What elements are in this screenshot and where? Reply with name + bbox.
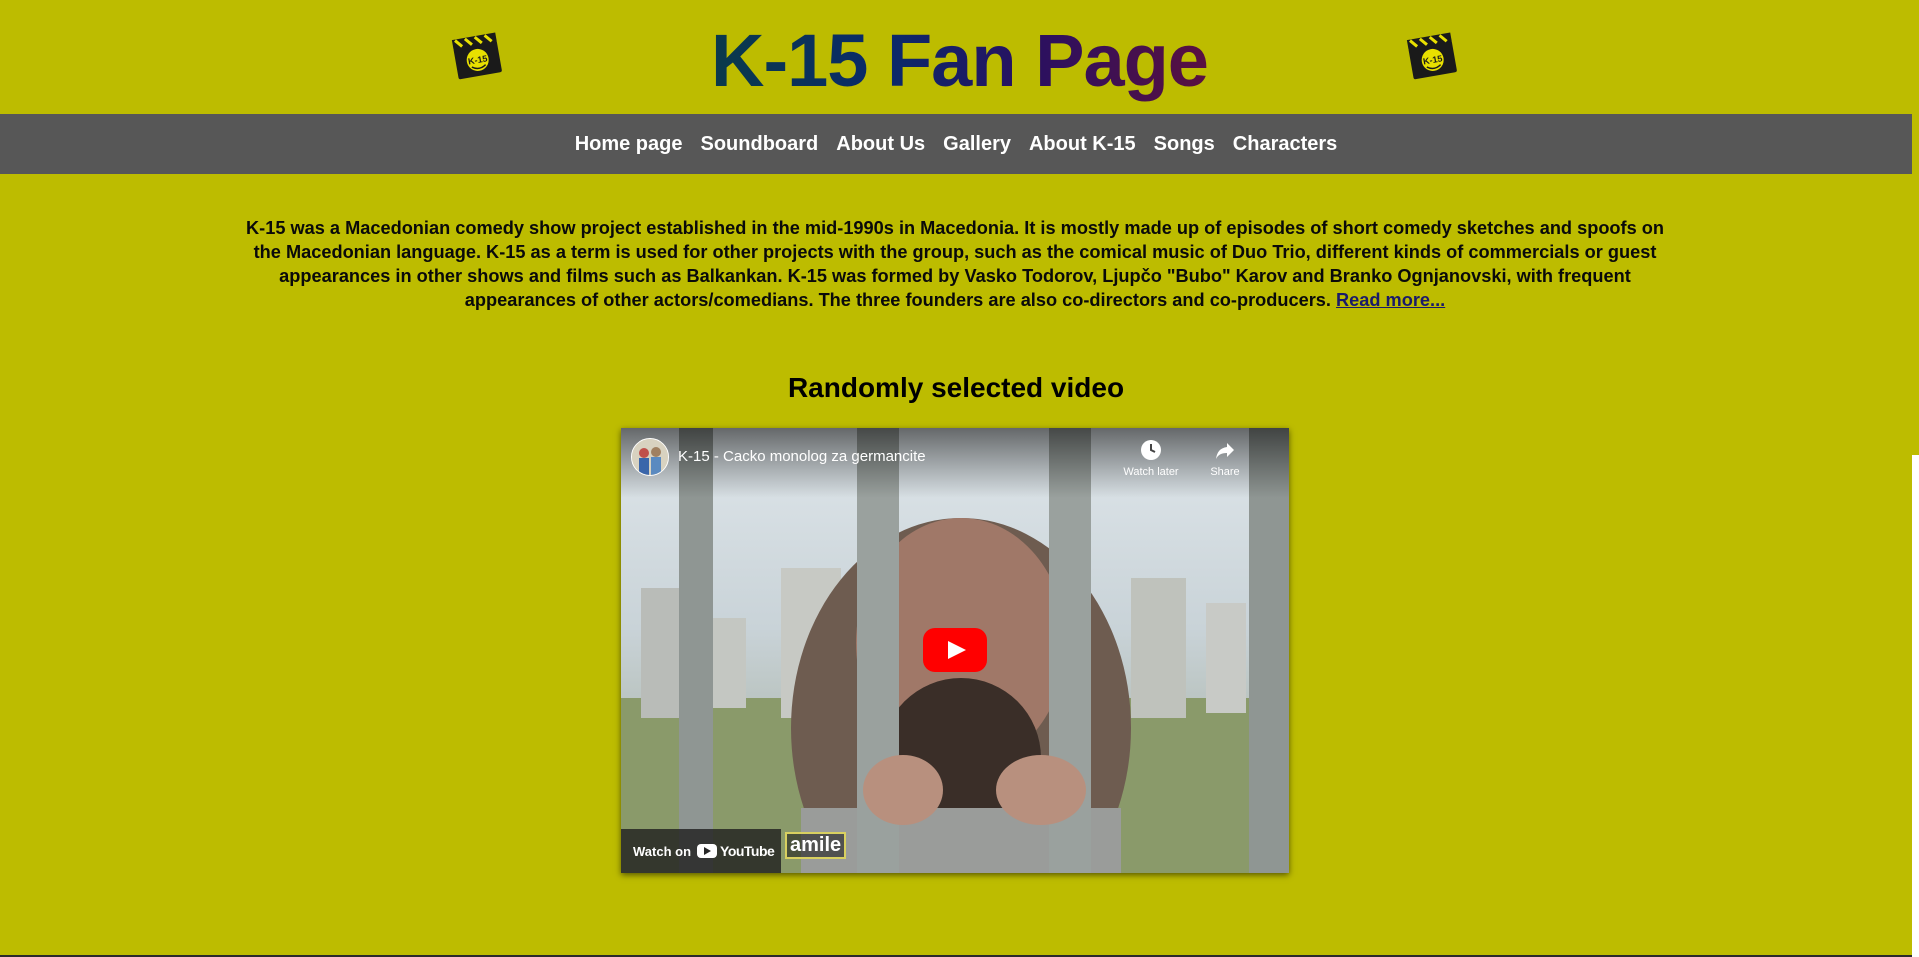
intro-text: K-15 was a Macedonian comedy show projec… <box>246 218 1664 310</box>
watch-on-label: Watch on <box>633 843 692 859</box>
page: K-15 K-15 Fan Page K-15 Home page Soundb… <box>0 0 1919 957</box>
nav-item-home[interactable]: Home page <box>566 133 692 156</box>
channel-avatar[interactable] <box>631 438 669 476</box>
scrollbar-edge <box>1912 455 1919 957</box>
nav-item-characters[interactable]: Characters <box>1224 133 1347 156</box>
video-caption-fragment: amile <box>785 832 847 859</box>
read-more-link[interactable]: Read more... <box>1336 290 1445 310</box>
watch-later-button[interactable]: Watch later <box>1121 438 1181 478</box>
avatar-icon <box>632 439 668 475</box>
youtube-embed[interactable]: K-15 - Cacko monolog za germancite Watch… <box>621 428 1289 873</box>
nav-item-songs[interactable]: Songs <box>1145 133 1224 156</box>
youtube-label: YouTube <box>720 843 775 859</box>
nav-item-about-k15[interactable]: About K-15 <box>1020 133 1145 156</box>
nav-item-soundboard[interactable]: Soundboard <box>692 133 828 156</box>
play-icon[interactable] <box>923 628 987 672</box>
share-icon <box>1216 443 1234 459</box>
video-title[interactable]: K-15 - Cacko monolog za germancite <box>678 448 926 465</box>
site-header: K-15 K-15 Fan Page K-15 <box>0 0 1919 114</box>
watch-on-youtube-button[interactable]: Watch on YouTube <box>621 829 781 873</box>
intro-paragraph: K-15 was a Macedonian comedy show projec… <box>240 216 1670 312</box>
video-section-heading: Randomly selected video <box>787 372 1125 403</box>
clock-icon <box>1141 440 1161 460</box>
share-label: Share <box>1210 466 1240 478</box>
clapperboard-logo-icon: K-15 <box>1406 32 1457 80</box>
nav-item-gallery[interactable]: Gallery <box>934 133 1020 156</box>
watch-later-label: Watch later <box>1123 466 1179 478</box>
share-button[interactable]: Share <box>1195 438 1255 478</box>
main-nav: Home page Soundboard About Us Gallery Ab… <box>0 114 1912 174</box>
youtube-logo-icon: YouTube <box>697 843 775 859</box>
page-title: K-15 Fan Page <box>711 19 1209 102</box>
nav-item-about-us[interactable]: About Us <box>827 133 934 156</box>
